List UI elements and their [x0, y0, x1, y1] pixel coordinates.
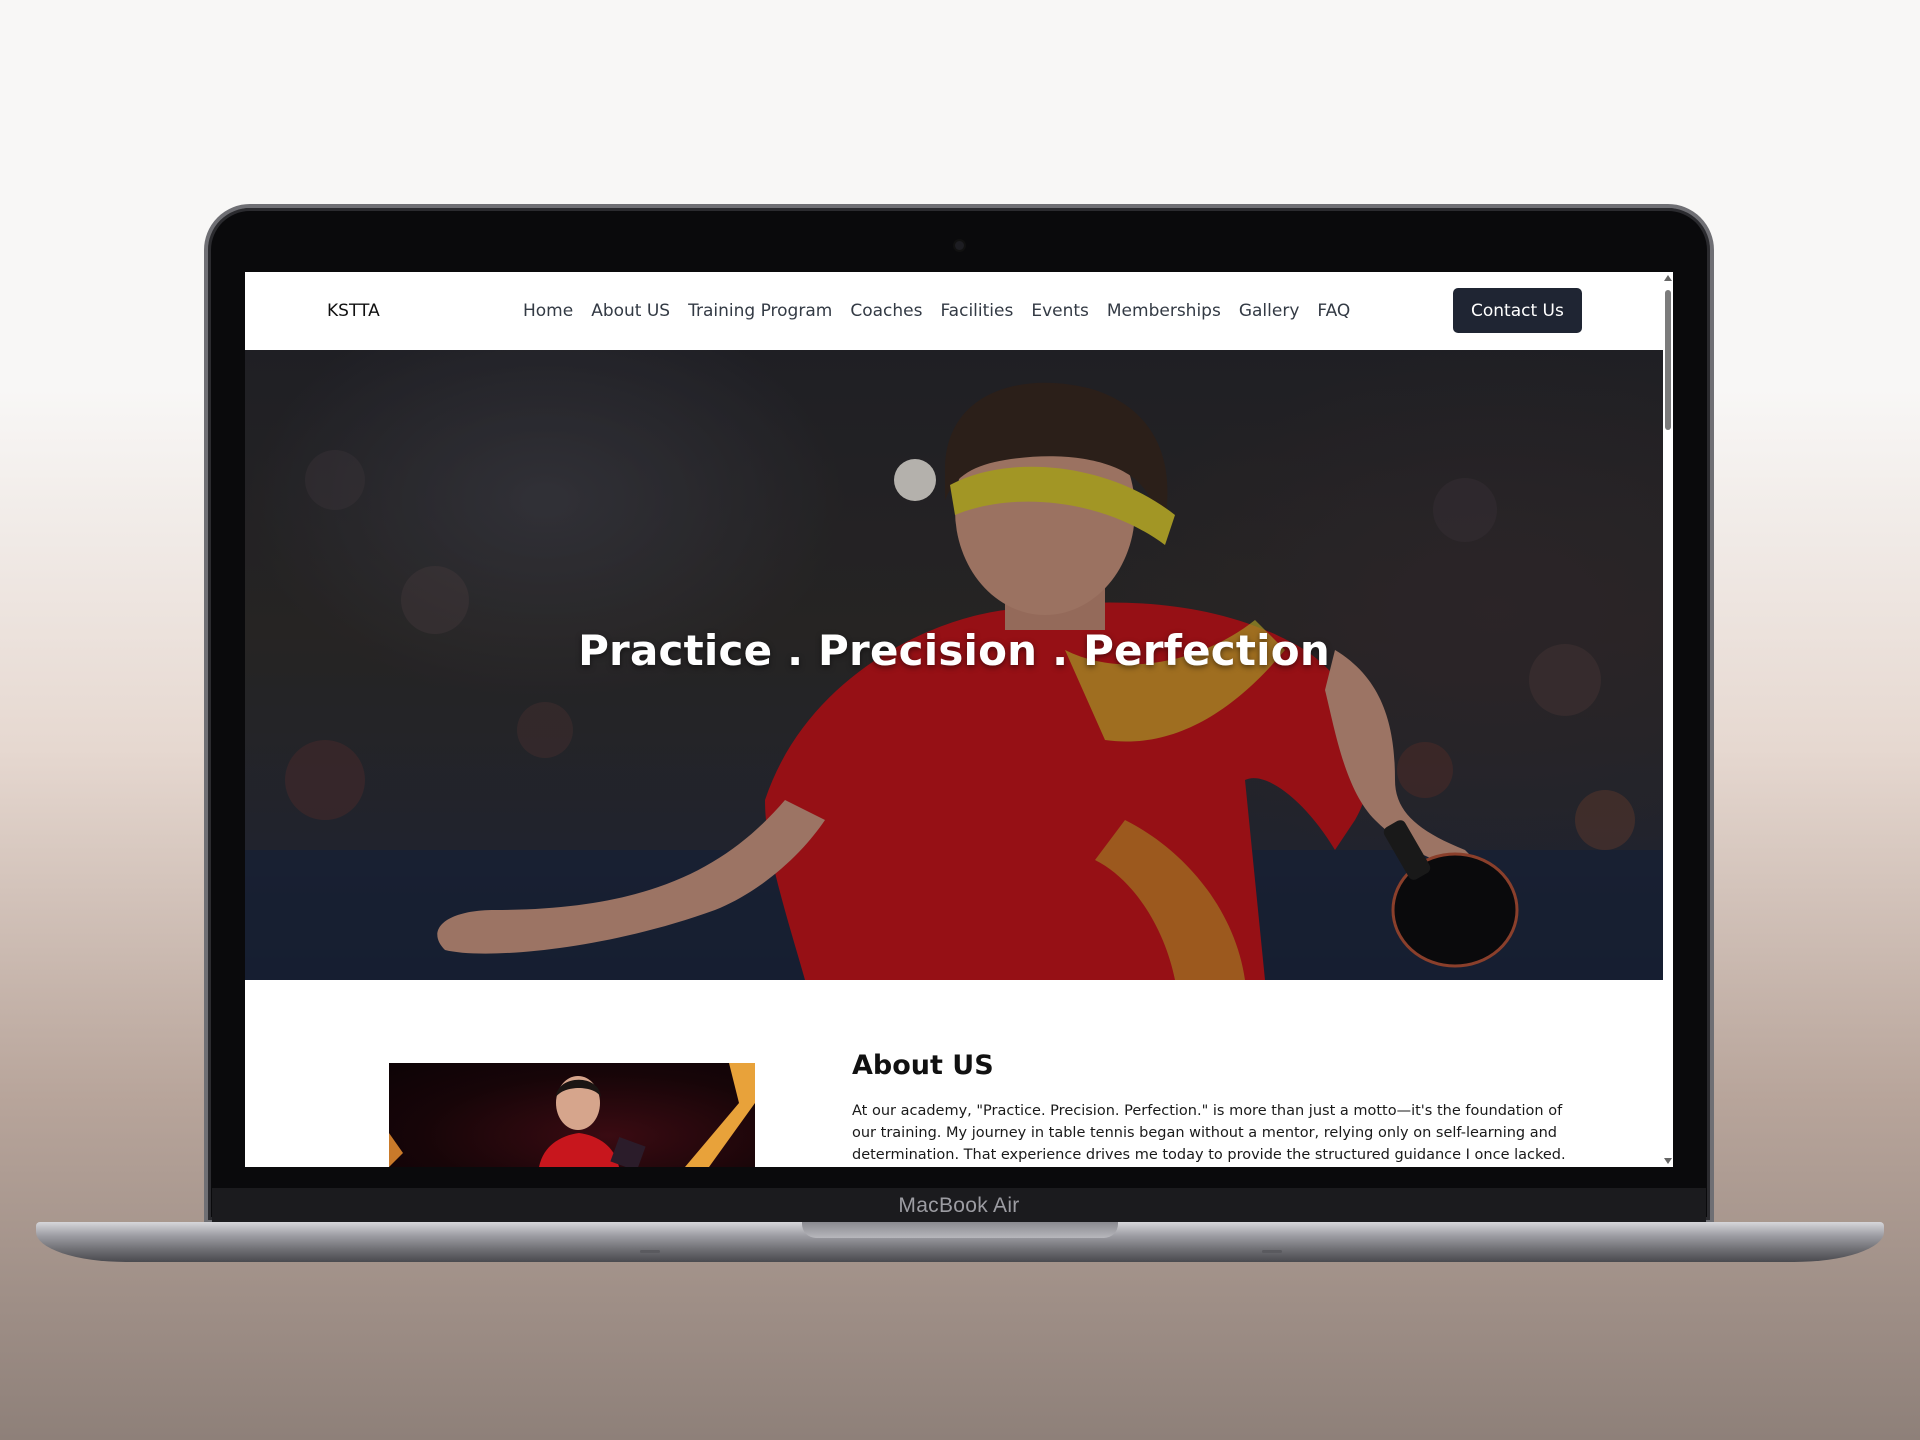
laptop-bottom-bezel: MacBook Air [212, 1188, 1706, 1224]
browser-viewport: KSTTA Home About US Training Program Coa… [245, 272, 1673, 1167]
nav-link-gallery[interactable]: Gallery [1239, 301, 1300, 321]
scroll-thumb[interactable] [1665, 290, 1671, 430]
nav-link-memberships[interactable]: Memberships [1107, 301, 1221, 321]
about-section: About US At our academy, "Practice. Prec… [245, 980, 1663, 1167]
hero-banner: Practice . Precision . Perfection [245, 350, 1663, 980]
nav-links: Home About US Training Program Coaches F… [523, 301, 1350, 321]
hero-title: Practice . Precision . Perfection [578, 626, 1330, 675]
nav-link-training-program[interactable]: Training Program [688, 301, 832, 321]
about-body-text: At our academy, "Practice. Precision. Pe… [852, 1103, 1566, 1163]
nav-link-about-us[interactable]: About US [591, 301, 670, 321]
about-heading: About US [852, 1050, 994, 1081]
nav-link-events[interactable]: Events [1031, 301, 1089, 321]
laptop-foot [640, 1250, 660, 1253]
coach-photo-art [389, 1063, 755, 1167]
scroll-up-arrow-icon[interactable] [1664, 275, 1672, 281]
camera-icon [955, 241, 964, 250]
laptop-model-label: MacBook Air [898, 1194, 1020, 1217]
laptop-foot [1262, 1250, 1282, 1253]
nav-link-facilities[interactable]: Facilities [940, 301, 1013, 321]
nav-link-coaches[interactable]: Coaches [850, 301, 922, 321]
nav-link-faq[interactable]: FAQ [1317, 301, 1350, 321]
page-scrollbar[interactable] [1663, 272, 1673, 1167]
brand-logo[interactable]: KSTTA [327, 301, 380, 321]
scroll-down-arrow-icon[interactable] [1664, 1158, 1672, 1164]
nav-link-home[interactable]: Home [523, 301, 573, 321]
contact-us-button[interactable]: Contact Us [1453, 288, 1582, 333]
site-navbar: KSTTA Home About US Training Program Coa… [245, 272, 1663, 350]
laptop-hinge-notch [802, 1222, 1118, 1238]
about-coach-photo [389, 1063, 755, 1167]
